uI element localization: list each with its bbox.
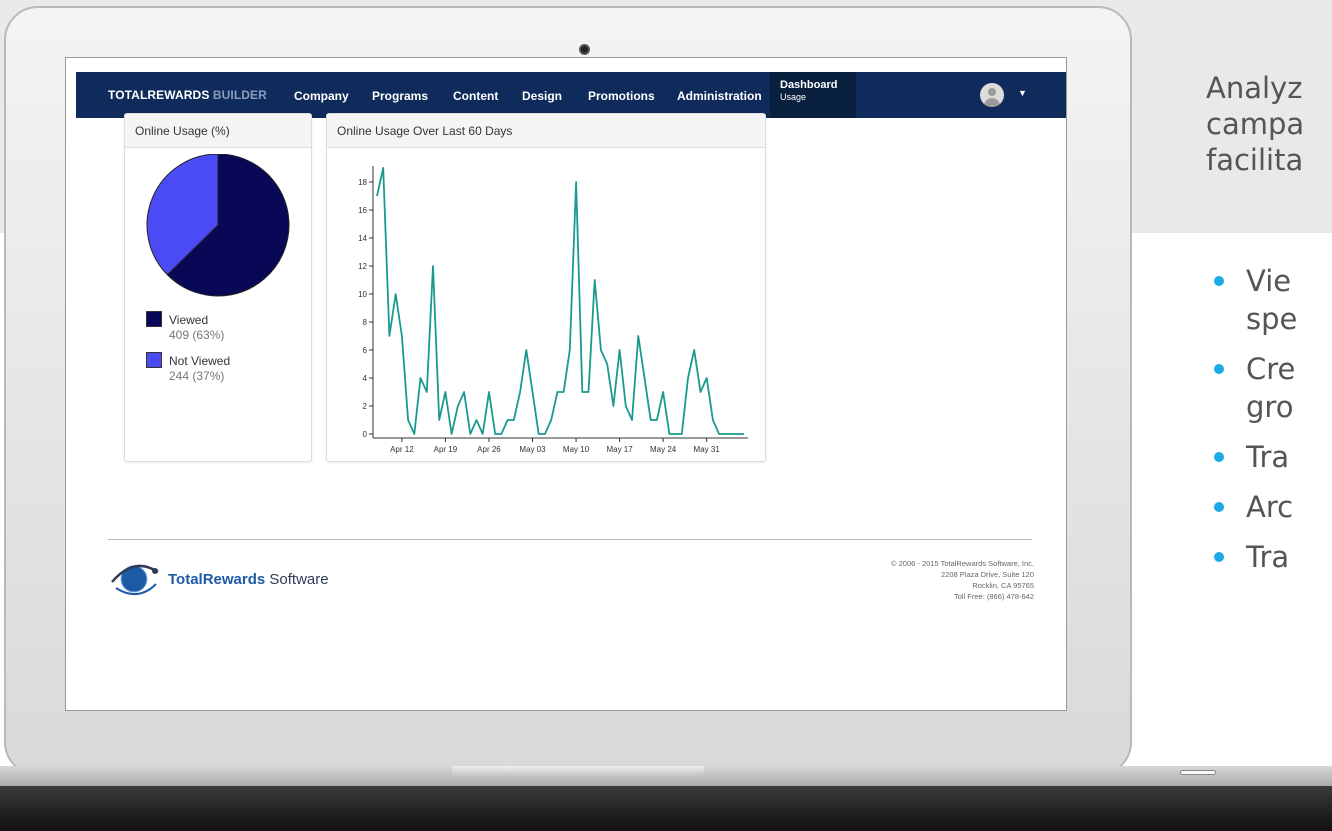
footer-brand-name: TotalRewards Software: [168, 571, 329, 588]
x-tick-label: Apr 12: [390, 445, 414, 454]
slide-title: Analyz campa facilita: [1206, 71, 1305, 177]
slide-bullet: Vie spe: [1214, 262, 1332, 338]
y-tick-label: 16: [358, 206, 367, 215]
camera-icon: [579, 44, 590, 55]
app-screen: TOTALREWARDS BUILDER Company Programs Co…: [65, 57, 1067, 711]
panel-title: Online Usage (%): [125, 114, 311, 148]
bullet-dot-icon: [1214, 452, 1224, 462]
totalrewards-globe-logo-icon: [111, 564, 159, 595]
x-tick-label: Apr 26: [477, 445, 501, 454]
y-tick-label: 18: [358, 178, 367, 187]
y-tick-label: 8: [363, 318, 368, 327]
laptop-led: [1180, 770, 1216, 775]
nav-item-administration[interactable]: Administration: [677, 89, 762, 103]
footer-logo[interactable]: TotalRewards Software: [108, 558, 368, 600]
y-tick-label: 0: [363, 430, 368, 439]
slide-bullet: Cre gro: [1214, 350, 1332, 426]
y-tick-label: 10: [358, 290, 367, 299]
pie-chart: [146, 154, 290, 297]
line-chart: 0 2 4 6 8 10 12 14 16 18 Apr 12 Apr 19 Apr 26 May 03 M…: [358, 166, 748, 454]
online-usage-line-panel: Online Usage Over Last 60 Days 0 2 4 6 8 10 12…: [326, 113, 766, 462]
footer-phone: Toll Free: (866) 478-642: [953, 592, 1034, 601]
top-navbar: TOTALREWARDS BUILDER Company Programs Co…: [76, 72, 1066, 118]
legend-item-not-viewed: Not Viewed 244 (37%): [146, 350, 296, 386]
legend-swatch: [146, 311, 162, 327]
y-tick-label: 14: [358, 234, 367, 243]
laptop-hinge-notch: [452, 766, 704, 778]
user-avatar-icon[interactable]: [980, 83, 1004, 107]
legend-item-viewed: Viewed 409 (63%): [146, 309, 296, 345]
y-tick-label: 2: [363, 402, 368, 411]
y-tick-label: 12: [358, 262, 367, 271]
y-tick-label: 4: [363, 374, 368, 383]
nav-dashboard-title: Dashboard: [780, 79, 838, 91]
nav-item-programs[interactable]: Programs: [372, 89, 428, 103]
x-tick-label: May 10: [563, 445, 590, 454]
footer-address-line: 2208 Plaza Drive, Suite 120: [941, 570, 1034, 579]
nav-dashboard-subtitle: Usage: [780, 92, 807, 102]
footer-divider: [108, 539, 1032, 540]
footer-contact-info: © 2006 - 2015 TotalRewards Software, Inc…: [891, 558, 1034, 602]
bullet-dot-icon: [1214, 276, 1224, 286]
slide-bullet: Tra: [1214, 438, 1332, 476]
slide-bullet: Arc: [1214, 488, 1332, 526]
caret-down-icon[interactable]: ▼: [1018, 88, 1027, 98]
x-tick-label: May 24: [650, 445, 677, 454]
nav-item-company[interactable]: Company: [294, 89, 349, 103]
nav-item-design[interactable]: Design: [522, 89, 562, 103]
slide-bullet: Tra: [1214, 538, 1332, 576]
laptop-bottom-edge: [0, 786, 1332, 831]
legend-swatch: [146, 352, 162, 368]
footer-city-line: Rocklin, CA 95765: [972, 581, 1034, 590]
x-tick-label: Apr 19: [434, 445, 458, 454]
bullet-dot-icon: [1214, 364, 1224, 374]
bullet-dot-icon: [1214, 552, 1224, 562]
nav-item-dashboard[interactable]: Dashboard Usage: [770, 72, 856, 118]
x-tick-label: May 17: [606, 445, 633, 454]
bullet-dot-icon: [1214, 502, 1224, 512]
x-tick-label: May 31: [694, 445, 721, 454]
brand-logo[interactable]: TOTALREWARDS BUILDER: [108, 88, 267, 102]
nav-item-promotions[interactable]: Promotions: [588, 89, 655, 103]
nav-item-content[interactable]: Content: [453, 89, 498, 103]
usage-series-line: [376, 167, 744, 435]
y-tick-label: 6: [363, 346, 368, 355]
online-usage-pie-panel: Online Usage (%) Viewed 409 (63%) Not Vi…: [124, 113, 312, 462]
panel-title: Online Usage Over Last 60 Days: [327, 114, 765, 148]
footer-copyright: © 2006 - 2015 TotalRewards Software, Inc…: [891, 559, 1034, 568]
slide-bullet-list: Vie spe Cre gro Tra Arc Tra: [1214, 262, 1332, 576]
x-tick-label: May 03: [519, 445, 546, 454]
